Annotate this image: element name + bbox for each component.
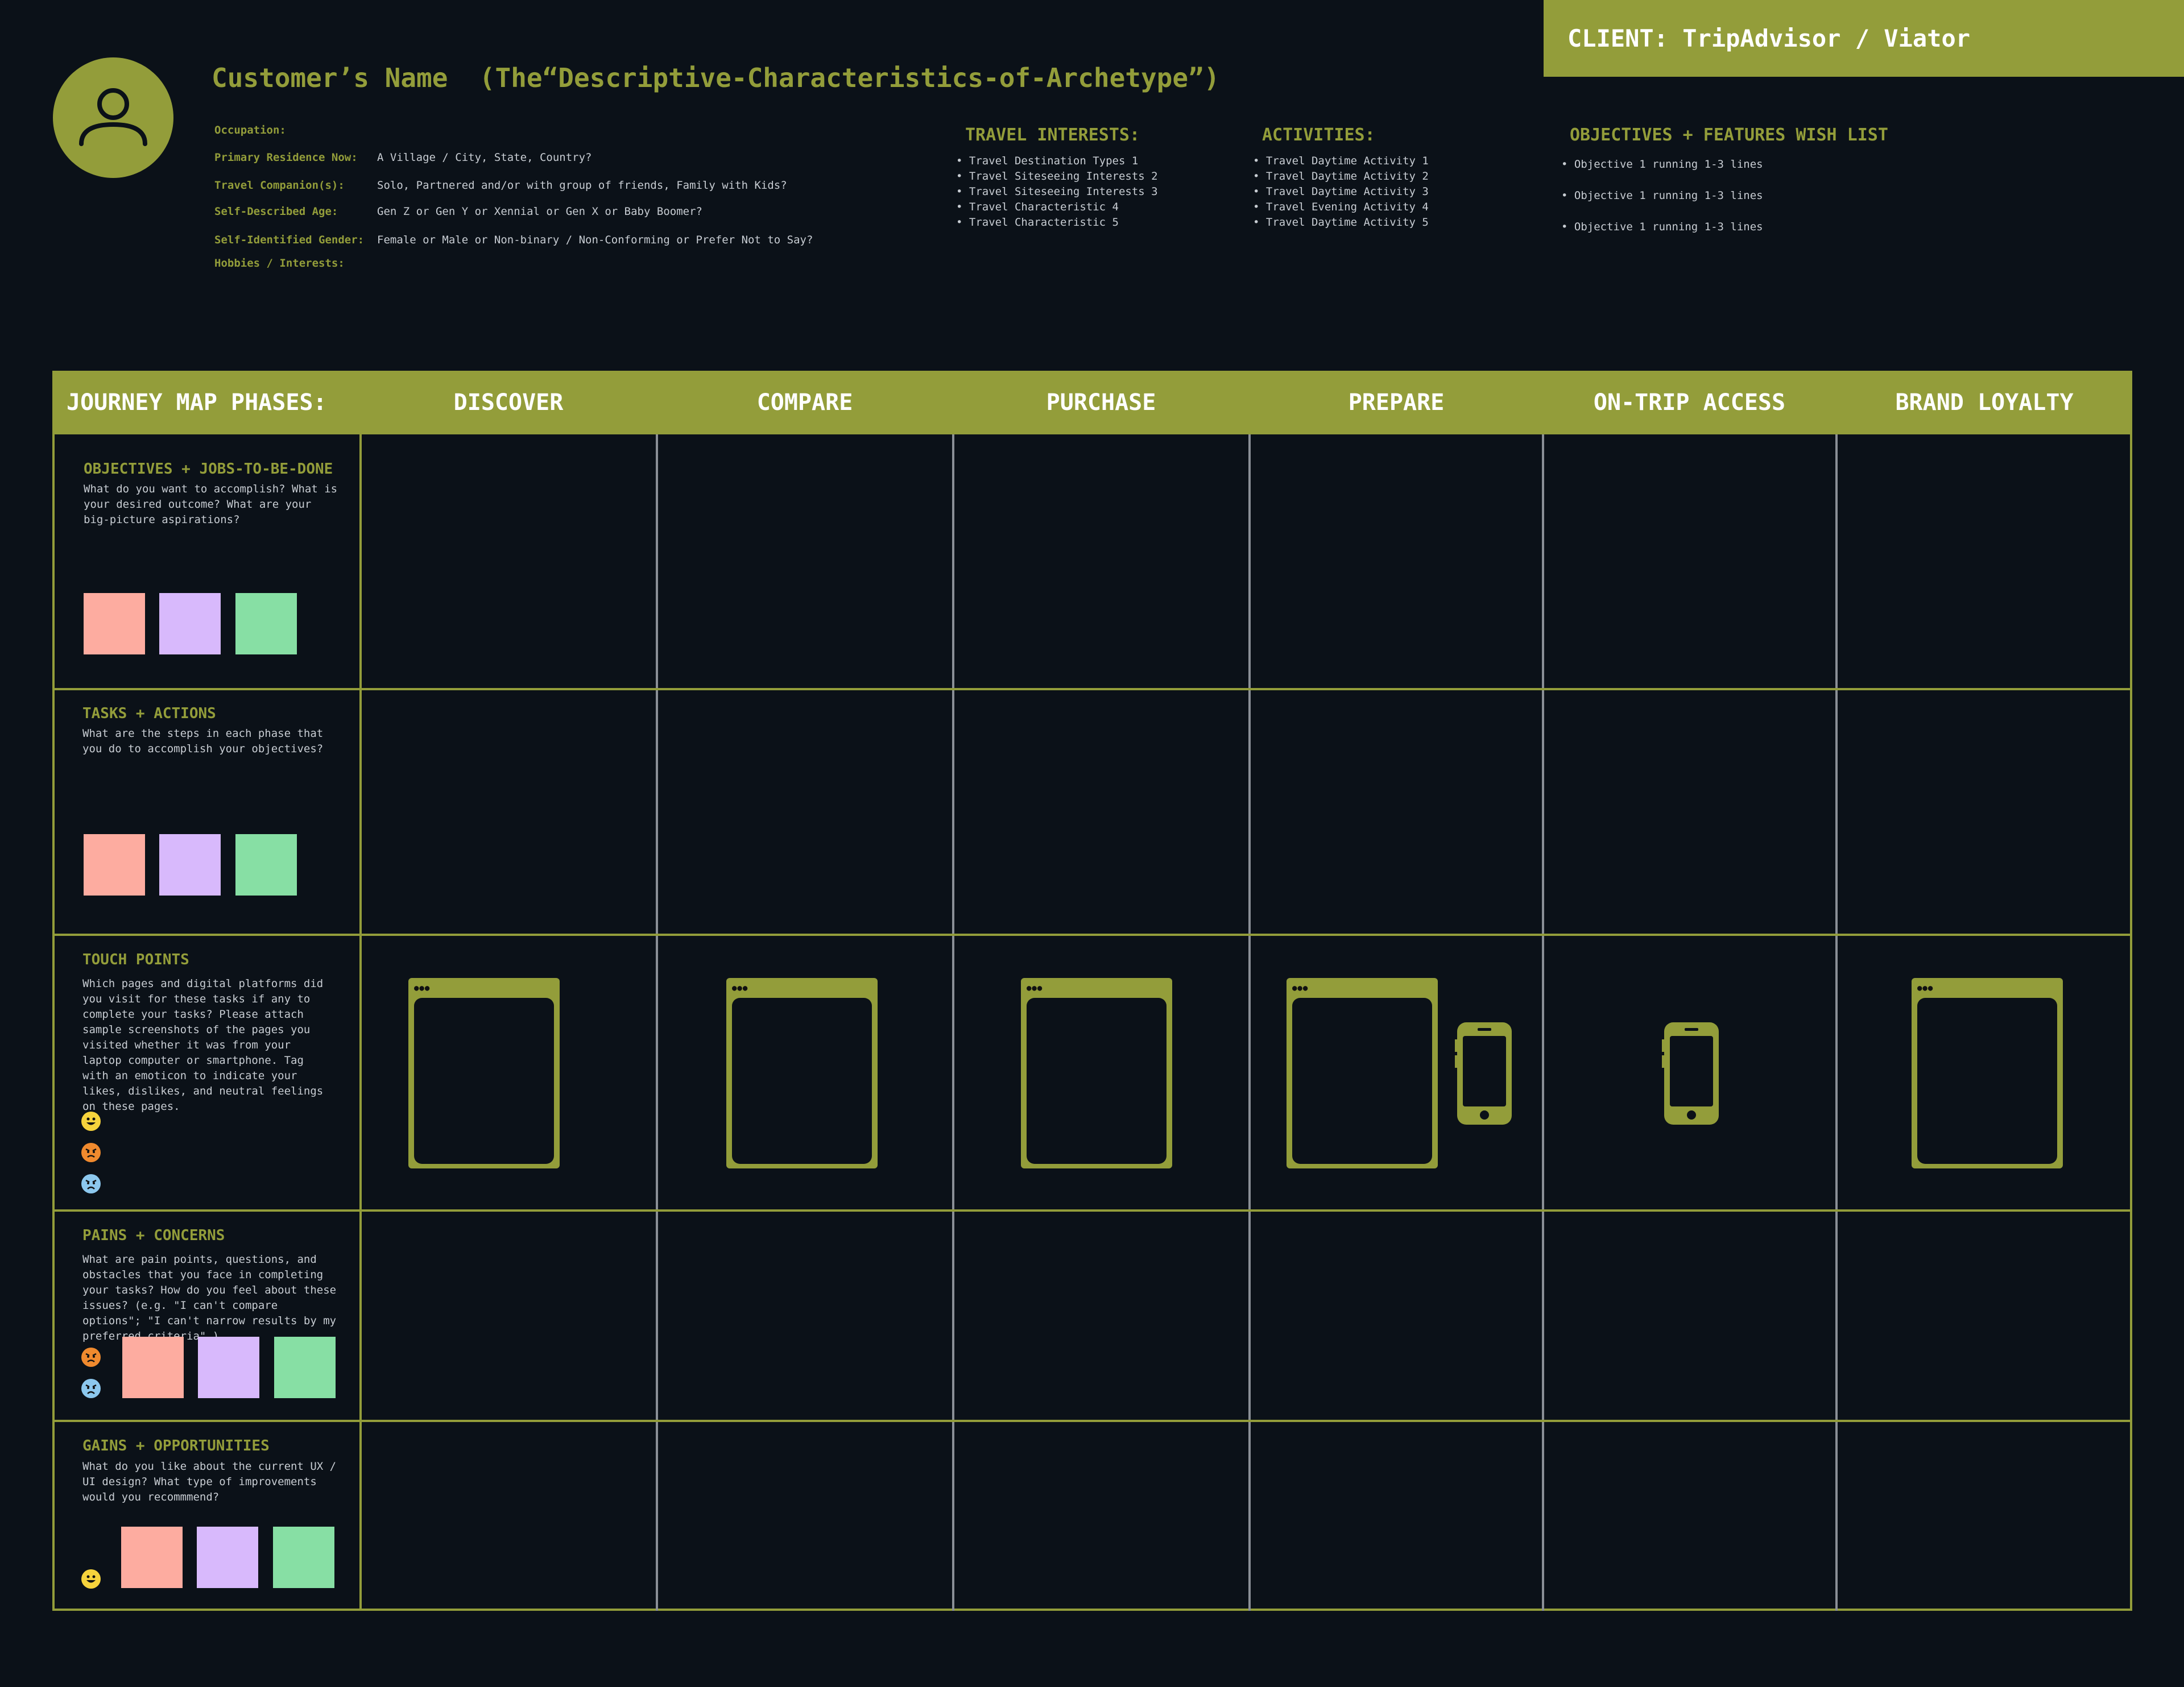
wishlist-list: Objective 1 running 1-3 lines Objective …	[1561, 157, 1763, 251]
happy-face-icon[interactable]	[81, 1569, 101, 1589]
sticky-note-purple[interactable]	[197, 1527, 258, 1588]
browser-window-icon[interactable]: ●●●	[408, 978, 560, 1168]
user-avatar-icon	[53, 57, 173, 178]
field-label-hobbies: Hobbies / Interests:	[214, 257, 345, 270]
row-desc-objectives: What do you want to accomplish? What is …	[84, 483, 338, 526]
browser-window-icon[interactable]: ●●●	[726, 978, 878, 1168]
column-divider	[359, 434, 362, 1611]
row-desc-pains: What are pain points, questions, and obs…	[82, 1253, 337, 1342]
row-divider	[52, 934, 2132, 936]
list-item: Travel Daytime Activity 5	[1253, 215, 1429, 230]
field-value-companions: Solo, Partnered and/or with group of fri…	[377, 179, 787, 192]
angry-face-icon[interactable]	[81, 1348, 101, 1367]
sticky-note-green[interactable]	[235, 834, 297, 896]
list-item: Travel Daytime Activity 1	[1253, 154, 1429, 169]
sticky-note-pink[interactable]	[122, 1337, 184, 1398]
sticky-note-pink[interactable]	[84, 593, 145, 654]
row-divider	[52, 1420, 2132, 1422]
list-item: Travel Siteseeing Interests 2	[956, 169, 1158, 184]
list-item: Travel Siteseeing Interests 3	[956, 184, 1158, 200]
browser-window-icon[interactable]: ●●●	[1021, 978, 1172, 1168]
smartphone-icon[interactable]	[1455, 1022, 1514, 1127]
client-label: CLIENT: TripAdvisor / Viator	[1567, 24, 1971, 52]
list-item: Travel Daytime Activity 2	[1253, 169, 1429, 184]
sticky-note-green[interactable]	[235, 593, 297, 654]
row-title-pains: PAINS + CONCERNS	[82, 1227, 225, 1244]
column-divider	[656, 434, 658, 1611]
sticky-note-purple[interactable]	[159, 834, 221, 896]
sticky-note-purple[interactable]	[159, 593, 221, 654]
travel-interests-heading: TRAVEL INTERESTS:	[965, 125, 1140, 145]
activities-heading: ACTIVITIES:	[1262, 125, 1375, 145]
phase-header-discover: DISCOVER	[453, 389, 564, 416]
field-value-age: Gen Z or Gen Y or Xennial or Gen X or Ba…	[377, 205, 702, 218]
sticky-note-green[interactable]	[273, 1527, 334, 1588]
row-title-gains: GAINS + OPPORTUNITIES	[82, 1437, 270, 1454]
wishlist-heading: OBJECTIVES + FEATURES WISH LIST	[1570, 125, 1888, 145]
smartphone-icon[interactable]	[1662, 1022, 1721, 1127]
list-item: Travel Destination Types 1	[956, 154, 1158, 169]
column-divider	[1542, 434, 1544, 1611]
client-banner: CLIENT: TripAdvisor / Viator	[1544, 0, 2184, 77]
persona-title: Customer’s Name (The“Descriptive-Charact…	[212, 63, 1220, 93]
happy-face-icon[interactable]	[81, 1112, 101, 1131]
sticky-note-pink[interactable]	[84, 834, 145, 896]
list-item: Objective 1 running 1-3 lines	[1561, 219, 1763, 235]
journey-phases-label: JOURNEY MAP PHASES:	[67, 389, 327, 416]
field-label-companions: Travel Companion(s):	[214, 179, 345, 192]
list-item: Travel Characteristic 5	[956, 215, 1158, 230]
row-divider	[52, 688, 2132, 690]
field-value-gender: Female or Male or Non-binary / Non-Confo…	[377, 234, 813, 246]
field-label-occupation: Occupation:	[214, 124, 286, 136]
sticky-note-green[interactable]	[274, 1337, 336, 1398]
phase-header-brand-loyalty: BRAND LOYALTY	[1895, 389, 2074, 416]
row-desc-gains: What do you like about the current UX / …	[82, 1460, 337, 1503]
angry-face-icon[interactable]	[81, 1143, 101, 1162]
row-desc-touch-points: Which pages and digital platforms did yo…	[82, 977, 324, 1113]
browser-window-icon[interactable]: ●●●	[1287, 978, 1438, 1168]
list-item: Objective 1 running 1-3 lines	[1561, 157, 1763, 172]
phase-header-on-trip-access: ON-TRIP ACCESS	[1593, 389, 1786, 416]
phase-header-compare: COMPARE	[756, 389, 853, 416]
list-item: Objective 1 running 1-3 lines	[1561, 188, 1763, 204]
travel-interests-list: Travel Destination Types 1 Travel Sitese…	[956, 154, 1158, 230]
column-divider	[1835, 434, 1838, 1611]
row-title-objectives: OBJECTIVES + JOBS-TO-BE-DONE	[84, 461, 333, 478]
column-divider	[1248, 434, 1251, 1611]
row-divider	[52, 1209, 2132, 1212]
browser-window-icon[interactable]: ●●●	[1912, 978, 2063, 1168]
phase-header-prepare: PREPARE	[1348, 389, 1445, 416]
list-item: Travel Daytime Activity 3	[1253, 184, 1429, 200]
field-label-gender: Self-Identified Gender:	[214, 234, 365, 246]
list-item: Travel Evening Activity 4	[1253, 200, 1429, 215]
phase-header-purchase: PURCHASE	[1046, 389, 1156, 416]
sad-face-icon[interactable]	[81, 1379, 101, 1398]
field-value-residence: A Village / City, State, Country?	[377, 151, 592, 164]
list-item: Travel Characteristic 4	[956, 200, 1158, 215]
activities-list: Travel Daytime Activity 1 Travel Daytime…	[1253, 154, 1429, 230]
row-title-touch-points: TOUCH POINTS	[82, 951, 189, 968]
sad-face-icon[interactable]	[81, 1174, 101, 1193]
column-divider	[952, 434, 954, 1611]
sticky-note-purple[interactable]	[198, 1337, 259, 1398]
field-label-age: Self-Described Age:	[214, 205, 338, 218]
sticky-note-pink[interactable]	[121, 1527, 183, 1588]
row-title-tasks: TASKS + ACTIONS	[82, 705, 216, 722]
row-desc-tasks: What are the steps in each phase that yo…	[82, 727, 324, 755]
field-label-residence: Primary Residence Now:	[214, 151, 358, 164]
